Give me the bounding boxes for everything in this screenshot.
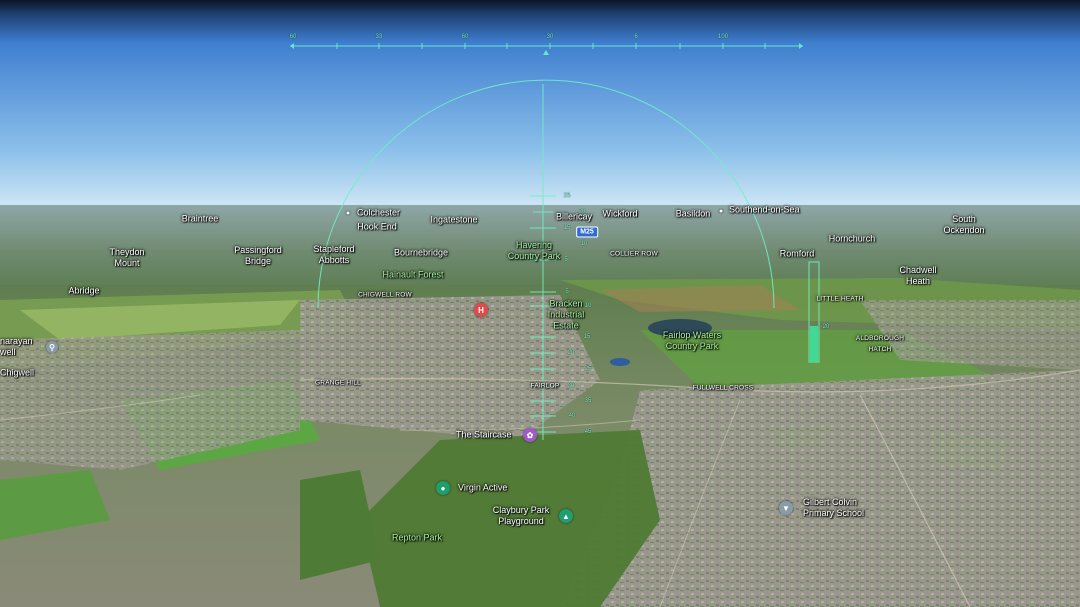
m25-road-shield-icon: M25: [576, 226, 598, 238]
place-label-repton-park[interactable]: Repton Park: [392, 533, 442, 544]
place-label-passingford-bridge[interactable]: Passingford Bridge: [234, 245, 282, 267]
place-label-hook-end[interactable]: Hook End: [357, 222, 397, 233]
place-label-fullwell-cross[interactable]: FULLWELL CROSS: [693, 383, 754, 394]
place-label-colchester[interactable]: Colchester: [357, 208, 400, 219]
altitude-fill: [810, 326, 818, 362]
pitch-label: 5: [564, 257, 568, 263]
place-label-abridge[interactable]: Abridge: [68, 286, 99, 297]
pitch-label: 10: [580, 241, 588, 247]
place-label-stapleford-abbotts[interactable]: Stapleford Abbotts: [313, 244, 354, 266]
place-label-bournebridge[interactable]: Bournebridge: [394, 248, 448, 259]
place-label-aldborough-hatch[interactable]: ALDBOROUGH HATCH: [856, 333, 904, 355]
place-label-chigwell-row[interactable]: CHIGWELL ROW: [358, 290, 412, 301]
pitch-label: 5: [565, 289, 569, 295]
pitch-label: 10: [584, 303, 592, 309]
heading-tick-label: 33: [375, 34, 383, 40]
place-label-south-ockendon[interactable]: South Ockendon: [943, 214, 984, 236]
place-label-bracken-industrial[interactable]: Bracken Industrial Estate: [548, 299, 585, 332]
place-label-braintree[interactable]: Braintree: [182, 214, 219, 225]
pitch-label: 20: [567, 350, 575, 356]
place-label-wickford[interactable]: Wickford: [602, 209, 637, 220]
place-label-chigwell[interactable]: Chigwell: [0, 368, 34, 379]
pitch-label: 15: [563, 225, 571, 231]
place-label-basildon[interactable]: Basildon: [676, 209, 711, 220]
place-dot: [719, 209, 723, 213]
poi-label-the-staircase[interactable]: The Staircase: [456, 430, 512, 441]
poi-label-claybury-playground[interactable]: Claybury Park Playground: [493, 505, 550, 527]
station-icon[interactable]: ⚲: [46, 341, 58, 353]
playground-icon[interactable]: ▲: [559, 509, 573, 523]
place-label-billericay[interactable]: Billericay: [556, 212, 592, 223]
pitch-label: 25: [563, 193, 571, 199]
attraction-icon[interactable]: ✿: [523, 428, 537, 442]
pitch-label: 45: [584, 429, 592, 435]
place-label-little-heath[interactable]: LITTLE HEATH: [816, 294, 863, 305]
heading-tick-label: 6: [634, 34, 638, 40]
place-label-fairlop-waters[interactable]: Fairlop Waters Country Park: [663, 330, 721, 352]
pitch-label: 40: [568, 413, 576, 419]
pitch-label: 25: [584, 366, 592, 372]
poi-label-gilbert-colvin[interactable]: Gilbert Colvin Primary School: [803, 497, 864, 519]
heading-tick-label: 30: [546, 34, 554, 40]
place-dot: [346, 211, 350, 215]
heading-tick-label: 100: [717, 34, 729, 40]
pitch-label: 15: [583, 334, 591, 340]
place-label-theydon-mount[interactable]: Theydon Mount: [109, 247, 144, 269]
place-label-havering-park[interactable]: Havering Country Park: [508, 240, 561, 262]
place-label-collier-row[interactable]: COLLIER ROW: [610, 249, 658, 260]
place-label-southend[interactable]: Southend-on-Sea: [729, 205, 800, 216]
place-label-narayan-well[interactable]: narayan well: [0, 336, 33, 358]
heading-tick-label: 60: [289, 34, 297, 40]
place-label-grange-hill[interactable]: GRANGE HILL: [315, 378, 361, 389]
gym-icon[interactable]: ●: [436, 481, 450, 495]
place-label-hainault-forest[interactable]: Hainault Forest: [382, 270, 443, 281]
pitch-label: 35: [584, 398, 592, 404]
place-label-ingatestone[interactable]: Ingatestone: [430, 215, 477, 226]
place-label-hornchurch[interactable]: Hornchurch: [829, 234, 876, 245]
heading-tick-label: 60: [461, 34, 469, 40]
school-icon[interactable]: ▼: [779, 501, 793, 515]
pitch-label: 30: [567, 383, 575, 389]
hospital-icon[interactable]: H: [474, 303, 488, 317]
place-label-romford[interactable]: Romford: [780, 249, 815, 260]
place-label-fairlop[interactable]: FAIRLOP: [531, 381, 560, 392]
altitude-readout: 20: [822, 324, 830, 330]
poi-label-virgin-active[interactable]: Virgin Active: [458, 483, 507, 494]
place-label-chadwell-heath[interactable]: Chadwell Heath: [899, 265, 936, 287]
